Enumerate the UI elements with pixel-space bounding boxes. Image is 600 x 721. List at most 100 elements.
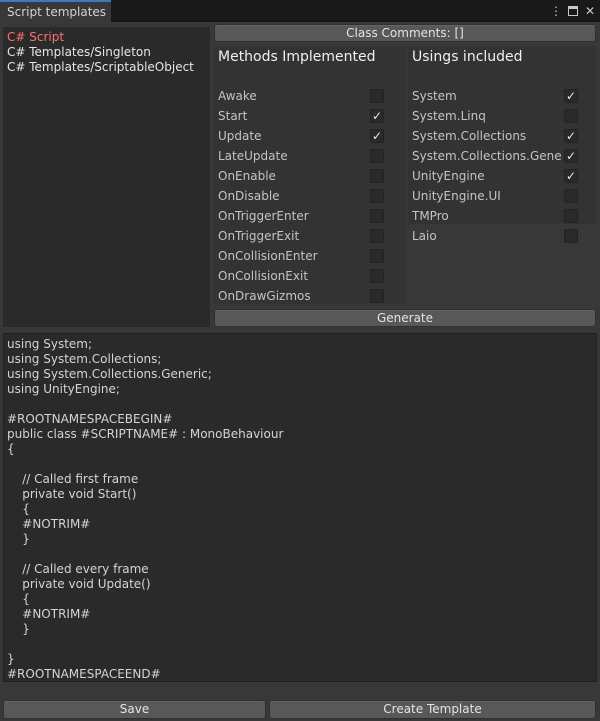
methods-checkbox[interactable] <box>370 89 384 103</box>
checkmark-icon: ✓ <box>371 109 383 123</box>
code-line: public class #SCRIPTNAME# : MonoBehaviou… <box>7 427 284 441</box>
usings-row: TMPro <box>412 206 578 226</box>
methods-row: OnCollisionExit <box>218 266 384 286</box>
generate-button[interactable]: Generate <box>214 309 596 327</box>
code-line: private void Update() <box>7 577 151 591</box>
methods-row-label: OnDisable <box>218 189 280 203</box>
usings-row-label: TMPro <box>412 209 449 223</box>
usings-row-label: System.Collections <box>412 129 527 143</box>
code-line: // Called first frame <box>7 472 139 486</box>
template-item-singleton[interactable]: C# Templates/Singleton <box>7 45 210 60</box>
methods-row: OnTriggerExit <box>218 226 384 246</box>
code-line: } <box>7 622 30 636</box>
usings-row-label: System.Collections.Generic <box>412 149 562 163</box>
template-item-scriptableobject[interactable]: C# Templates/ScriptableObject <box>7 60 210 75</box>
create-template-button[interactable]: Create Template <box>269 700 596 719</box>
code-line: } <box>7 652 15 666</box>
checkmark-icon: ✓ <box>371 129 383 143</box>
methods-checkbox[interactable] <box>370 169 384 183</box>
methods-row: OnDrawGizmos <box>218 286 384 306</box>
usings-row-label: UnityEngine <box>412 169 485 183</box>
usings-checkbox[interactable] <box>564 189 578 203</box>
methods-checkbox[interactable]: ✓ <box>370 109 384 123</box>
code-line: using System; <box>7 337 93 351</box>
methods-row-label: OnEnable <box>218 169 276 183</box>
maximize-icon[interactable] <box>568 6 578 16</box>
methods-checkbox[interactable] <box>370 289 384 303</box>
methods-row: OnTriggerEnter <box>218 206 384 226</box>
methods-checkbox[interactable] <box>370 189 384 203</box>
checkmark-icon: ✓ <box>565 169 577 183</box>
code-line: { <box>7 442 15 456</box>
usings-panel: Usings included System ✓ System.Linq System… <box>408 46 596 243</box>
code-line: { <box>7 592 30 606</box>
code-line: #ROOTNAMESPACEBEGIN# <box>7 412 173 426</box>
usings-row: UnityEngine.UI <box>412 186 578 206</box>
methods-row: Awake <box>218 86 384 106</box>
save-button[interactable]: Save <box>3 700 266 719</box>
usings-checkbox[interactable] <box>564 209 578 223</box>
methods-row: OnDisable <box>218 186 384 206</box>
code-line: #ROOTNAMESPACEEND# <box>7 667 161 681</box>
checkmark-icon: ✓ <box>565 89 577 103</box>
methods-checkbox[interactable] <box>370 249 384 263</box>
usings-checkbox[interactable]: ✓ <box>564 129 578 143</box>
methods-row-label: Start <box>218 109 248 123</box>
close-icon[interactable]: ✕ <box>584 4 596 18</box>
code-line: { <box>7 502 30 516</box>
usings-row: System ✓ <box>412 86 578 106</box>
tab-bar: Script templates ⋮ ✕ <box>0 0 600 23</box>
usings-row: System.Collections.Generic ✓ <box>412 146 578 166</box>
class-comments-button[interactable]: Class Comments: [] <box>214 24 596 42</box>
methods-row: OnEnable <box>218 166 384 186</box>
usings-row: System.Linq <box>412 106 578 126</box>
methods-row-label: Update <box>218 129 262 143</box>
usings-row-label: UnityEngine.UI <box>412 189 501 203</box>
methods-row: LateUpdate <box>218 146 384 166</box>
usings-row-label: System.Linq <box>412 109 486 123</box>
usings-row: UnityEngine ✓ <box>412 166 578 186</box>
methods-row-label: OnCollisionExit <box>218 269 309 283</box>
usings-checkbox[interactable] <box>564 109 578 123</box>
template-code-editor[interactable]: using System; using System.Collections; us… <box>3 333 597 682</box>
methods-row: Update ✓ <box>218 126 384 146</box>
methods-checkbox[interactable] <box>370 149 384 163</box>
code-line: // Called every frame <box>7 562 149 576</box>
code-line: #NOTRIM# <box>7 517 91 531</box>
usings-checkbox[interactable]: ✓ <box>564 89 578 103</box>
methods-checkbox[interactable]: ✓ <box>370 129 384 143</box>
more-vert-icon[interactable]: ⋮ <box>550 4 562 18</box>
methods-row-label: OnDrawGizmos <box>218 289 311 303</box>
template-list: C# Script C# Templates/Singleton C# Temp… <box>3 27 210 327</box>
code-line: private void Start() <box>7 487 137 501</box>
methods-row-label: LateUpdate <box>218 149 288 163</box>
methods-checkbox[interactable] <box>370 269 384 283</box>
code-line: using System.Collections.Generic; <box>7 367 212 381</box>
usings-checkbox[interactable] <box>564 229 578 243</box>
checkmark-icon: ✓ <box>565 149 577 163</box>
methods-checkbox[interactable] <box>370 229 384 243</box>
template-item-csharp-script[interactable]: C# Script <box>7 30 210 45</box>
window-controls: ⋮ ✕ <box>550 2 596 20</box>
usings-title: Usings included <box>412 49 523 65</box>
methods-row-label: OnCollisionEnter <box>218 249 318 263</box>
methods-row: OnCollisionEnter <box>218 246 384 266</box>
methods-row-label: OnTriggerExit <box>218 229 300 243</box>
methods-checkbox[interactable] <box>370 209 384 223</box>
usings-checkbox[interactable]: ✓ <box>564 169 578 183</box>
usings-checkbox[interactable]: ✓ <box>564 149 578 163</box>
usings-row-label: Laio <box>412 229 437 243</box>
code-line: } <box>7 532 30 546</box>
code-line: #NOTRIM# <box>7 607 91 621</box>
code-line: using System.Collections; <box>7 352 162 366</box>
methods-row-label: Awake <box>218 89 257 103</box>
usings-row-label: System <box>412 89 457 103</box>
checkmark-icon: ✓ <box>565 129 577 143</box>
tab-script-templates[interactable]: Script templates <box>0 0 111 23</box>
usings-row: Laio <box>412 226 578 246</box>
methods-row-label: OnTriggerEnter <box>218 209 309 223</box>
